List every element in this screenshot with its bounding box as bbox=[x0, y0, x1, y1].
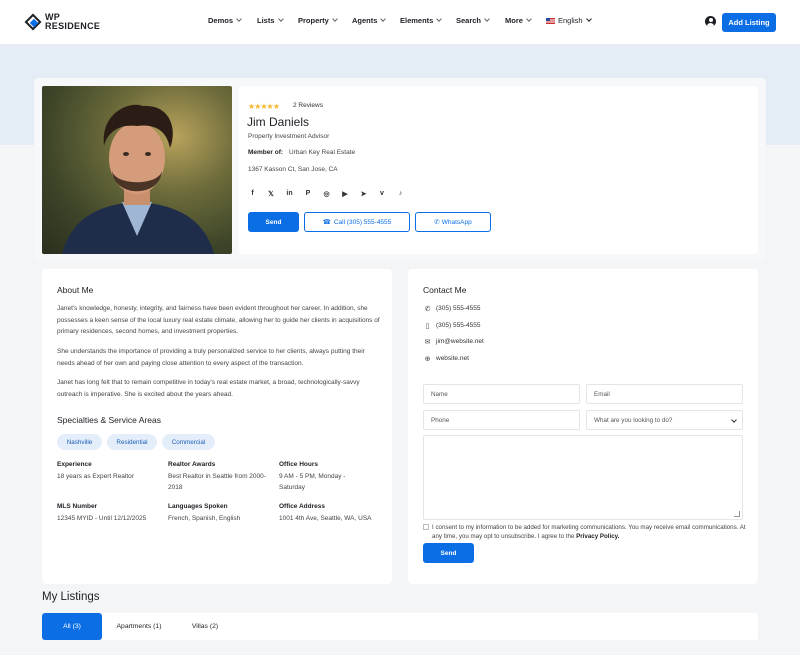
name-field[interactable]: Name bbox=[423, 384, 580, 404]
detail-experience: Experience 18 years as Expert Realtor bbox=[57, 461, 134, 480]
consent-checkbox[interactable] bbox=[423, 524, 429, 530]
member-agency[interactable]: Urban Key Real Estate bbox=[289, 149, 355, 156]
detail-office-hours: Office Hours 9 AM - 5 PM, Monday - Saturd… bbox=[279, 461, 346, 491]
send-message-button[interactable]: Send bbox=[248, 212, 299, 232]
specialty-chip[interactable]: Nashville bbox=[57, 434, 102, 450]
pinterest-icon[interactable]: P bbox=[304, 189, 313, 198]
whatsapp-icon: ✆ bbox=[434, 219, 440, 226]
detail-languages: Languages Spoken French, Spanish, English bbox=[168, 503, 241, 522]
nav-search[interactable]: Search bbox=[456, 16, 490, 25]
instagram-icon[interactable]: ◎ bbox=[322, 189, 331, 198]
us-flag-icon bbox=[546, 18, 555, 25]
email-field[interactable]: Email bbox=[586, 384, 743, 404]
user-account-icon[interactable] bbox=[705, 16, 716, 27]
tiktok-icon[interactable]: ♪ bbox=[396, 189, 405, 198]
chevron-down-icon bbox=[332, 16, 338, 22]
intent-select[interactable]: What are you looking to do? bbox=[586, 410, 743, 430]
nav-demos[interactable]: Demos bbox=[208, 16, 242, 25]
contact-email[interactable]: ✉ jim@website.net bbox=[423, 337, 484, 346]
about-paragraph: She understands the importance of provid… bbox=[57, 348, 365, 367]
chevron-down-icon bbox=[585, 16, 592, 22]
chevron-down-icon bbox=[526, 16, 532, 22]
envelope-icon: ✉ bbox=[424, 338, 431, 346]
phone-icon: ✆ bbox=[424, 305, 431, 313]
mobile-icon: ▯ bbox=[425, 322, 430, 330]
whatsapp-button[interactable]: ✆ WhatsApp bbox=[415, 212, 491, 232]
linkedin-icon[interactable]: in bbox=[285, 189, 294, 198]
contact-send-button[interactable]: Send bbox=[423, 543, 474, 563]
agent-name: Jim Daniels bbox=[247, 115, 310, 129]
add-listing-button[interactable]: Add Listing bbox=[722, 13, 776, 32]
reviews-count[interactable]: 2 Reviews bbox=[293, 102, 323, 109]
listings-title: My Listings bbox=[42, 591, 100, 603]
site-logo[interactable]: WP RESIDENCE bbox=[24, 11, 100, 33]
specialties-title: Specialties & Service Areas bbox=[57, 415, 161, 425]
social-links: f 𝕏 in P ◎ ▶ ➤ v ♪ bbox=[248, 189, 415, 198]
detail-awards: Realtor Awards Best Realtor in Seattle fr… bbox=[168, 461, 266, 491]
privacy-policy-link[interactable]: Privacy Policy. bbox=[576, 533, 619, 540]
contact-website[interactable]: ⊕ website.net bbox=[423, 354, 469, 363]
about-paragraph: Janet has long felt that to remain compe… bbox=[57, 379, 360, 398]
chevron-down-icon bbox=[236, 16, 242, 22]
site-header: WP RESIDENCE Demos Lists Property Agents… bbox=[0, 0, 800, 45]
member-label: Member of: bbox=[248, 149, 284, 156]
detail-office-address: Office Address 1001 4th Ave, Seattle, WA,… bbox=[279, 503, 372, 522]
agent-photo bbox=[42, 86, 232, 254]
about-paragraph: Janet's knowledge, honesty, integrity, a… bbox=[57, 305, 380, 335]
chevron-down-icon bbox=[436, 16, 443, 22]
nav-agents[interactable]: Agents bbox=[352, 16, 387, 25]
message-textarea[interactable] bbox=[423, 435, 743, 520]
youtube-icon[interactable]: ▶ bbox=[341, 189, 350, 198]
contact-phone[interactable]: ✆ (305) 555-4555 bbox=[423, 304, 481, 313]
chevron-down-icon bbox=[380, 16, 387, 22]
vimeo-icon[interactable]: v bbox=[378, 189, 387, 198]
rating-stars: ★★★★★ bbox=[248, 102, 280, 111]
call-button[interactable]: ☎ Call (305) 555-4555 bbox=[304, 212, 410, 232]
consent-text: I consent to my information to be added … bbox=[432, 524, 746, 540]
nav-lists[interactable]: Lists bbox=[257, 16, 284, 25]
tab-all[interactable]: All (3) bbox=[42, 613, 102, 640]
detail-mls-number: MLS Number 12345 MYID - Until 12/12/2025 bbox=[57, 503, 147, 522]
agent-portrait-image bbox=[62, 104, 214, 254]
nav-property[interactable]: Property bbox=[298, 16, 338, 25]
contact-mobile[interactable]: ▯ (305) 555-4555 bbox=[423, 321, 481, 330]
phone-icon: ☎ bbox=[322, 219, 331, 226]
x-icon[interactable]: 𝕏 bbox=[267, 189, 276, 198]
contact-title: Contact Me bbox=[423, 285, 467, 295]
agent-role: Property Investment Advisor bbox=[248, 133, 330, 140]
telegram-icon[interactable]: ➤ bbox=[359, 189, 368, 198]
logo-text-line2: RESIDENCE bbox=[45, 21, 101, 31]
globe-icon: ⊕ bbox=[424, 355, 431, 363]
nav-more[interactable]: More bbox=[505, 16, 532, 25]
tab-villas[interactable]: Villas (2) bbox=[180, 613, 230, 640]
language-switcher[interactable]: English bbox=[546, 16, 592, 25]
agent-address: 1367 Kasson Ct, San Jose, CA bbox=[248, 166, 338, 173]
specialty-chip[interactable]: Commercial bbox=[162, 434, 215, 450]
tab-apartments[interactable]: Apartments (1) bbox=[108, 613, 170, 640]
chevron-down-icon bbox=[277, 16, 284, 22]
facebook-icon[interactable]: f bbox=[248, 189, 257, 198]
chevron-down-icon bbox=[731, 417, 737, 423]
phone-field[interactable]: Phone bbox=[423, 410, 580, 430]
nav-elements[interactable]: Elements bbox=[400, 16, 443, 25]
chevron-down-icon bbox=[484, 16, 490, 22]
logo-diamond-icon bbox=[24, 13, 42, 31]
about-title: About Me bbox=[57, 285, 94, 295]
specialty-chip[interactable]: Residential bbox=[107, 434, 157, 450]
